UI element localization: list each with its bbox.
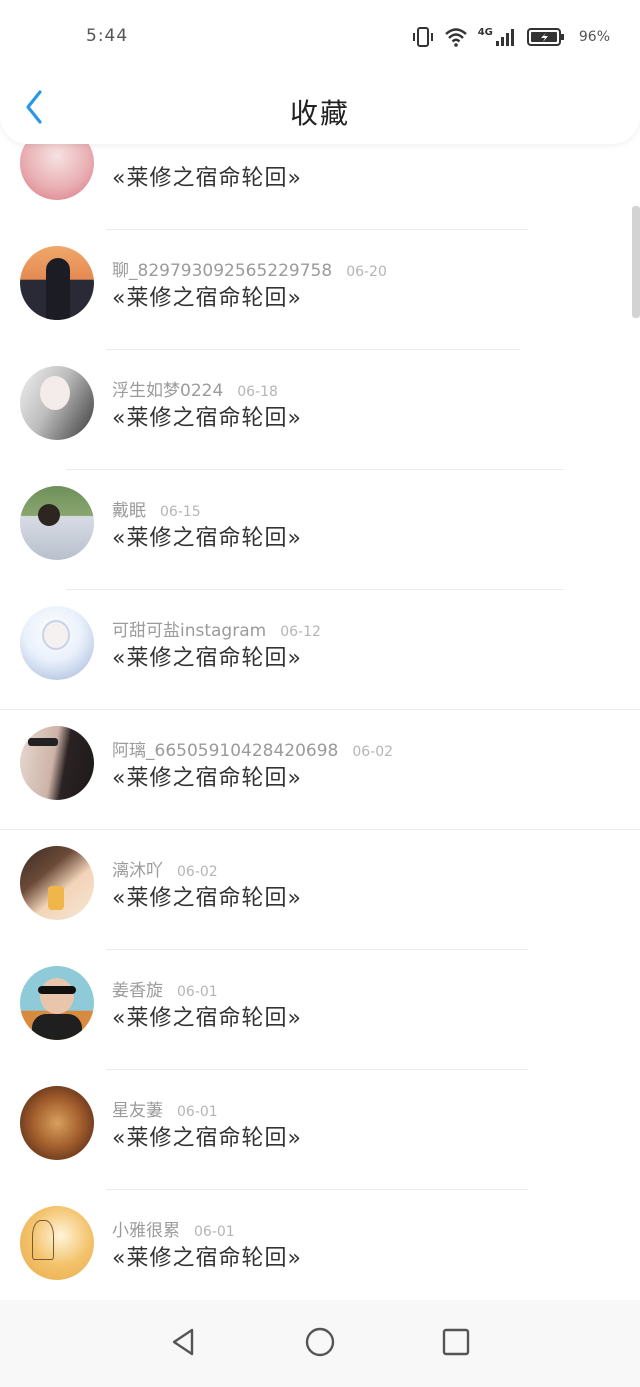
username: 可甜可盐instagram xyxy=(112,621,267,641)
list-item[interactable]: 戴眠 06-15 «莱修之宿命轮回» xyxy=(0,470,640,590)
system-nav-bar xyxy=(0,1300,640,1387)
item-date: 06-02 xyxy=(177,864,218,880)
avatar[interactable] xyxy=(20,366,94,440)
item-meta: 星友萋 06-01 xyxy=(112,1096,218,1121)
book-title[interactable]: «莱修之宿命轮回» xyxy=(112,880,302,912)
battery-icon xyxy=(526,28,564,46)
square-recents-icon xyxy=(442,1328,470,1356)
list-item[interactable]: 聊_829793092565229758 06-20 «莱修之宿命轮回» xyxy=(0,230,640,350)
item-meta: 聊_829793092565229758 06-20 xyxy=(112,256,387,281)
book-title[interactable]: «莱修之宿命轮回» xyxy=(112,760,302,792)
favorites-screen: 5:44 4G 96% 收藏 «莱修之宿命轮回» 聊_8297930925652… xyxy=(0,0,640,1387)
circle-home-icon xyxy=(305,1327,335,1357)
book-title[interactable]: «莱修之宿命轮回» xyxy=(112,400,302,432)
avatar[interactable] xyxy=(20,246,94,320)
favorites-list: «莱修之宿命轮回» 聊_829793092565229758 06-20 «莱修之… xyxy=(0,110,640,1310)
battery-percent: 96% xyxy=(578,29,610,45)
list-item[interactable]: 漓沐吖 06-02 «莱修之宿命轮回» xyxy=(0,830,640,950)
avatar[interactable] xyxy=(20,1086,94,1160)
item-date: 06-01 xyxy=(194,1224,235,1240)
status-icons: 4G 96% xyxy=(412,24,610,50)
avatar[interactable] xyxy=(20,846,94,920)
status-bar: 5:44 4G 96% xyxy=(0,0,640,76)
status-time: 5:44 xyxy=(86,26,129,46)
page-title: 收藏 xyxy=(289,97,350,130)
item-date: 06-18 xyxy=(237,384,278,400)
item-meta: 漓沐吖 06-02 xyxy=(112,856,218,881)
username: 浮生如梦0224 xyxy=(112,381,224,401)
list-item[interactable]: 阿璃_66505910428420698 06-02 «莱修之宿命轮回» xyxy=(0,710,640,830)
item-date: 06-02 xyxy=(352,744,394,760)
username: 聊_829793092565229758 xyxy=(112,261,333,281)
item-date: 06-20 xyxy=(346,264,387,280)
username: 戴眠 xyxy=(112,501,146,521)
avatar[interactable] xyxy=(20,606,94,680)
item-date: 06-15 xyxy=(160,504,201,520)
list-item[interactable]: 星友萋 06-01 «莱修之宿命轮回» xyxy=(0,1070,640,1190)
item-date: 06-01 xyxy=(177,984,218,1000)
book-title[interactable]: «莱修之宿命轮回» xyxy=(112,520,302,552)
app-header: 5:44 4G 96% 收藏 xyxy=(0,0,640,144)
username: 小雅很累 xyxy=(112,1221,180,1241)
book-title[interactable]: «莱修之宿命轮回» xyxy=(112,640,302,672)
list-item[interactable]: 小雅很累 06-01 «莱修之宿命轮回» xyxy=(0,1190,640,1310)
book-title[interactable]: «莱修之宿命轮回» xyxy=(112,280,302,312)
book-title[interactable]: «莱修之宿命轮回» xyxy=(112,1240,302,1272)
scrollbar[interactable] xyxy=(632,206,640,318)
item-date: 06-01 xyxy=(177,1104,218,1120)
book-title[interactable]: «莱修之宿命轮回» xyxy=(112,1000,302,1032)
nav-back-button[interactable] xyxy=(164,1322,204,1362)
nav-recents-button[interactable] xyxy=(436,1322,476,1362)
item-date: 06-12 xyxy=(280,624,321,640)
vibrate-icon xyxy=(412,27,433,47)
item-meta: 浮生如梦0224 06-18 xyxy=(112,376,278,401)
signal-icon xyxy=(495,29,514,46)
triangle-back-icon xyxy=(172,1328,194,1356)
item-meta: 姜香旋 06-01 xyxy=(112,976,218,1001)
nav-home-button[interactable] xyxy=(300,1322,340,1362)
avatar[interactable] xyxy=(20,486,94,560)
wifi-icon xyxy=(444,28,467,47)
network-label: 4G xyxy=(477,26,493,38)
item-meta: 可甜可盐instagram 06-12 xyxy=(112,616,321,641)
list-item[interactable]: 可甜可盐instagram 06-12 «莱修之宿命轮回» xyxy=(0,590,640,710)
avatar[interactable] xyxy=(20,966,94,1040)
avatar[interactable] xyxy=(20,726,94,800)
title-bar: 收藏 xyxy=(0,76,640,144)
avatar[interactable] xyxy=(20,1206,94,1280)
username: 漓沐吖 xyxy=(112,861,163,881)
book-title[interactable]: «莱修之宿命轮回» xyxy=(112,160,302,192)
item-meta: 小雅很累 06-01 xyxy=(112,1216,235,1241)
list-item[interactable]: 浮生如梦0224 06-18 «莱修之宿命轮回» xyxy=(0,350,640,470)
username: 姜香旋 xyxy=(112,981,163,1001)
book-title[interactable]: «莱修之宿命轮回» xyxy=(112,1120,302,1152)
item-meta: 戴眠 06-15 xyxy=(112,496,201,521)
username: 阿璃_66505910428420698 xyxy=(112,741,339,761)
item-meta: 阿璃_66505910428420698 06-02 xyxy=(112,736,393,761)
list-item[interactable]: 姜香旋 06-01 «莱修之宿命轮回» xyxy=(0,950,640,1070)
username: 星友萋 xyxy=(112,1101,163,1121)
